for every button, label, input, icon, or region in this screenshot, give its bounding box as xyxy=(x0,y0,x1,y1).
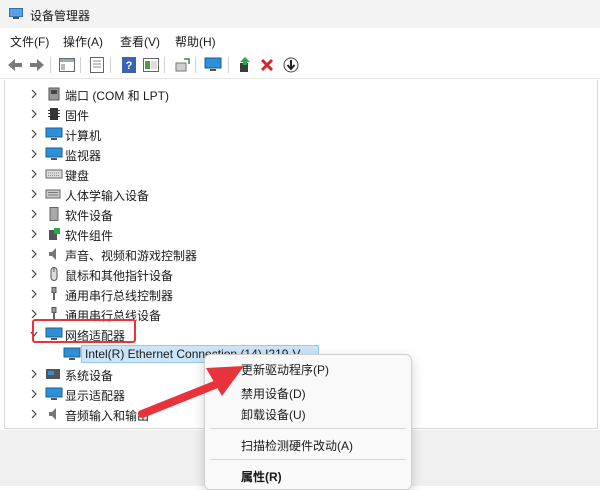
menu-help[interactable]: 帮助(H) xyxy=(175,33,216,50)
show-hide-tree-icon[interactable] xyxy=(58,56,76,74)
tree-node-label: 键盘 xyxy=(65,169,90,183)
tree-node-label: 音频输入和输出 xyxy=(65,409,150,423)
chevron-right-icon[interactable] xyxy=(29,188,39,200)
tree-node-label: 软件组件 xyxy=(65,229,114,243)
chevron-right-icon[interactable] xyxy=(29,168,39,180)
chevron-right-icon[interactable] xyxy=(29,408,39,420)
menu-action[interactable]: 操作(A) xyxy=(63,33,103,50)
tree-node-software-devices[interactable]: 软件设备 xyxy=(5,204,597,224)
tree-node-label: 鼠标和其他指针设备 xyxy=(65,269,174,283)
menu-file[interactable]: 文件(F) xyxy=(10,33,49,50)
tree-node-label: 系统设备 xyxy=(65,369,114,383)
tree-node-ports[interactable]: 端口 (COM 和 LPT) xyxy=(5,84,597,104)
chevron-right-icon[interactable] xyxy=(29,368,39,380)
tree-node-keyboards[interactable]: 键盘 xyxy=(5,164,597,184)
monitor-icon[interactable] xyxy=(204,56,222,74)
tree-node-label: 通用串行总线控制器 xyxy=(65,289,174,303)
monitor-icon xyxy=(45,147,63,160)
svg-text:?: ? xyxy=(126,60,133,72)
tree-node-computer[interactable]: 计算机 xyxy=(5,124,597,144)
display-adapter-icon xyxy=(45,387,63,400)
firmware-icon xyxy=(48,108,60,120)
keyboard-icon xyxy=(45,169,63,179)
tree-node-sound[interactable]: 声音、视频和游戏控制器 xyxy=(5,244,597,264)
window-title: 设备管理器 xyxy=(30,9,91,23)
tree-node-label: 声音、视频和游戏控制器 xyxy=(65,249,198,263)
hid-icon xyxy=(45,189,61,199)
toolbar: ? xyxy=(0,52,600,79)
chevron-right-icon[interactable] xyxy=(29,208,39,220)
scan-hardware-icon[interactable] xyxy=(173,56,191,74)
chevron-right-icon[interactable] xyxy=(29,288,39,300)
menu-separator xyxy=(211,428,405,429)
back-arrow-icon[interactable] xyxy=(6,56,24,74)
menu-separator xyxy=(211,459,405,460)
toolbar-separator xyxy=(164,57,165,73)
software-component-icon xyxy=(49,228,60,240)
title-bar: 设备管理器 xyxy=(0,0,600,28)
audio-io-icon xyxy=(49,408,56,420)
menu-bar: 文件(F) 操作(A) 查看(V) 帮助(H) xyxy=(0,28,600,52)
forward-arrow-icon[interactable] xyxy=(28,56,46,74)
network-adapter-icon xyxy=(63,347,81,360)
toolbar-separator xyxy=(195,57,196,73)
tree-node-label: 监视器 xyxy=(65,149,102,163)
toolbar-separator xyxy=(80,57,81,73)
view-icon[interactable] xyxy=(142,56,160,74)
chevron-right-icon[interactable] xyxy=(29,268,39,280)
software-device-icon xyxy=(49,207,59,221)
system-device-icon xyxy=(46,369,60,379)
device-manager-icon xyxy=(9,8,23,19)
chevron-right-icon[interactable] xyxy=(29,148,39,160)
chevron-right-icon[interactable] xyxy=(29,388,39,400)
usb-icon xyxy=(51,287,57,300)
toolbar-separator xyxy=(50,57,51,73)
annotation-highlight-box xyxy=(32,319,136,343)
uninstall-icon[interactable] xyxy=(258,56,276,74)
sound-icon xyxy=(49,248,56,260)
tree-node-label: 固件 xyxy=(65,109,90,123)
menu-item-properties[interactable]: 属性(R) xyxy=(241,468,282,485)
toolbar-separator xyxy=(228,57,229,73)
tree-node-label: 计算机 xyxy=(65,129,102,143)
menu-item-update-driver[interactable]: 更新驱动程序(P) xyxy=(241,361,329,378)
menu-item-scan-hardware[interactable]: 扫描检测硬件改动(A) xyxy=(241,437,353,454)
tree-node-hid[interactable]: 人体学输入设备 xyxy=(5,184,597,204)
chevron-right-icon[interactable] xyxy=(29,248,39,260)
tree-node-software-components[interactable]: 软件组件 xyxy=(5,224,597,244)
update-driver-icon[interactable] xyxy=(236,56,254,74)
tree-node-label: 人体学输入设备 xyxy=(65,189,150,203)
toolbar-separator xyxy=(110,57,111,73)
properties-icon[interactable] xyxy=(88,56,106,74)
tree-node-mice[interactable]: 鼠标和其他指针设备 xyxy=(5,264,597,284)
chevron-right-icon[interactable] xyxy=(29,228,39,240)
tree-node-monitors[interactable]: 监视器 xyxy=(5,144,597,164)
menu-item-uninstall-device[interactable]: 卸载设备(U) xyxy=(241,406,306,423)
context-menu: 更新驱动程序(P) 禁用设备(D) 卸载设备(U) 扫描检测硬件改动(A) 属性… xyxy=(204,354,412,490)
port-icon xyxy=(48,87,60,101)
help-icon[interactable]: ? xyxy=(120,56,138,74)
tree-node-label: 软件设备 xyxy=(65,209,114,223)
chevron-right-icon[interactable] xyxy=(29,128,39,140)
menu-view[interactable]: 查看(V) xyxy=(120,33,160,50)
mouse-icon xyxy=(50,267,58,281)
chevron-right-icon[interactable] xyxy=(29,88,39,100)
computer-icon xyxy=(45,127,63,140)
tree-node-usb-controllers[interactable]: 通用串行总线控制器 xyxy=(5,284,597,304)
menu-item-disable-device[interactable]: 禁用设备(D) xyxy=(241,385,306,402)
tree-node-firmware[interactable]: 固件 xyxy=(5,104,597,124)
disable-icon[interactable] xyxy=(282,56,300,74)
tree-node-label: 端口 (COM 和 LPT) xyxy=(65,89,169,103)
tree-node-label: 显示适配器 xyxy=(65,389,126,403)
chevron-right-icon[interactable] xyxy=(29,108,39,120)
